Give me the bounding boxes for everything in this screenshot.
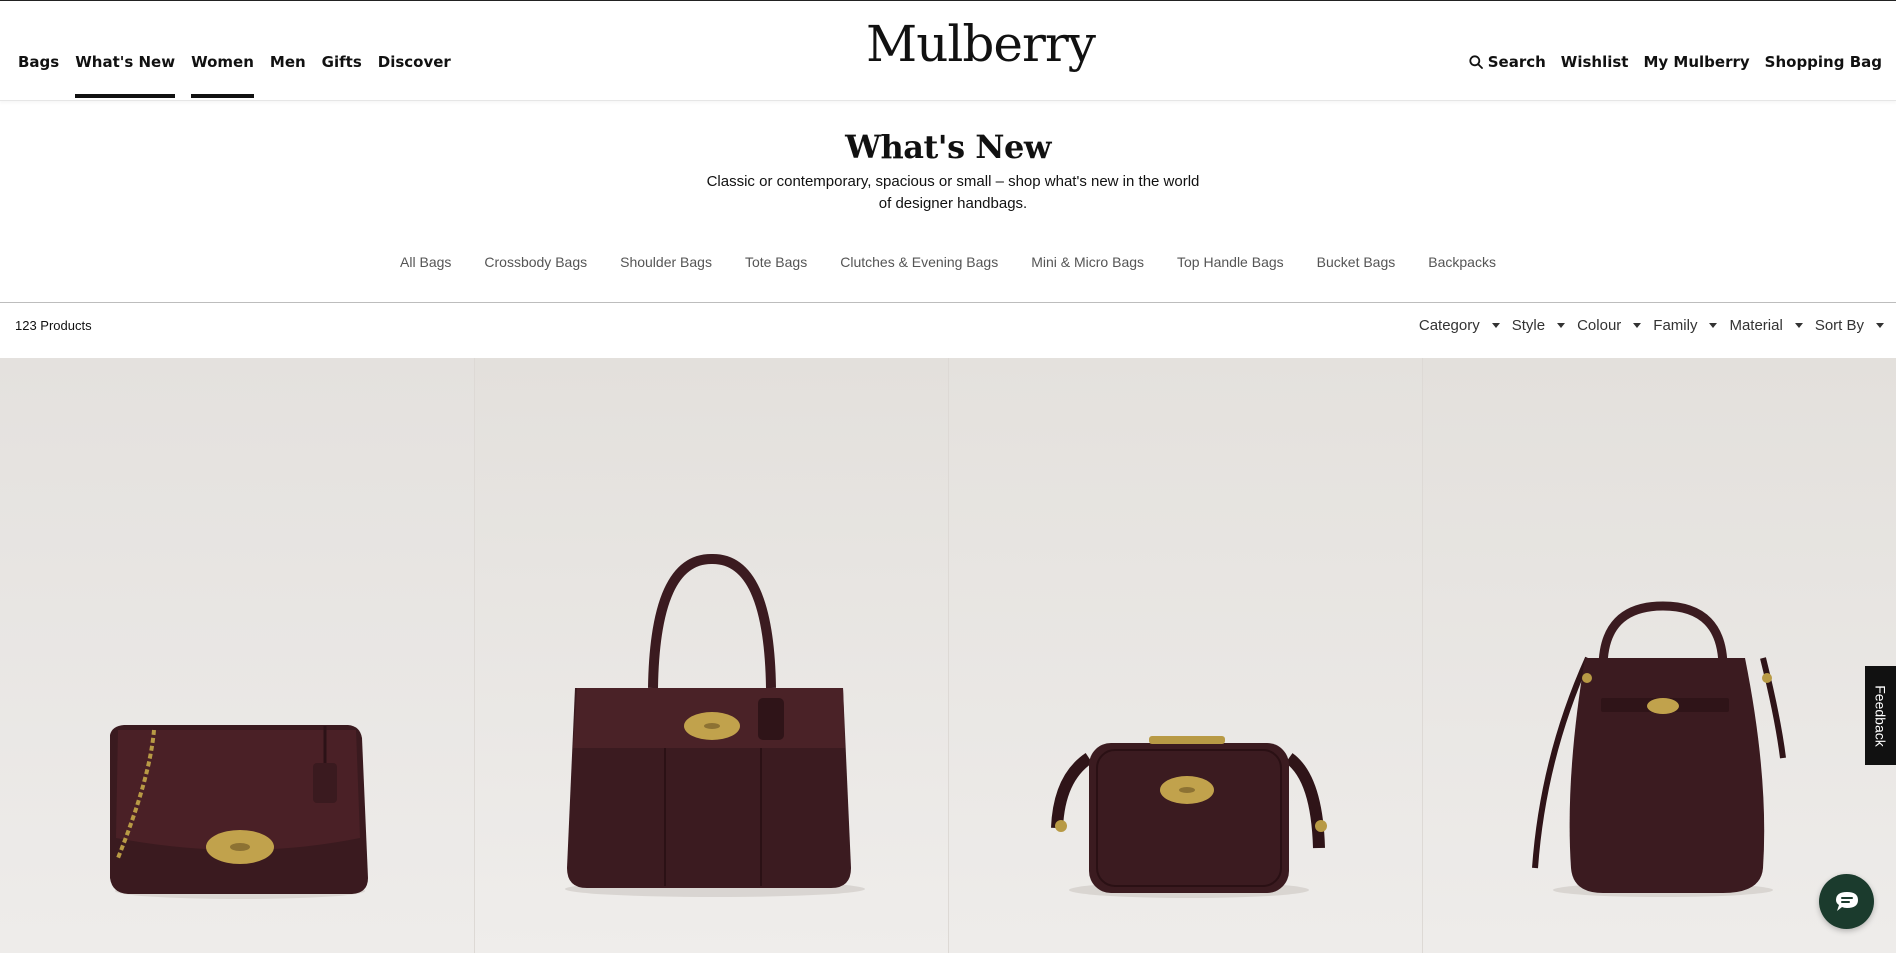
nav-bags[interactable]: Bags [18,53,59,71]
chat-button[interactable] [1819,874,1874,929]
logo[interactable]: Mulberry [866,19,1096,69]
product-card[interactable] [0,358,474,953]
category-backpacks[interactable]: Backpacks [1428,254,1496,270]
caret-down-icon [1794,323,1803,328]
category-bucket-bags[interactable]: Bucket Bags [1317,254,1396,270]
filter-style[interactable]: Style [1511,317,1566,334]
category-clutches-evening-bags[interactable]: Clutches & Evening Bags [840,254,998,270]
page-title: What's New [845,128,1051,166]
site-header: Bags What's New Women Men Gifts Discover… [0,1,1896,101]
nav-women[interactable]: Women [191,53,254,98]
category-top-handle-bags[interactable]: Top Handle Bags [1177,254,1284,270]
nav-gifts[interactable]: Gifts [322,53,362,71]
page-description: Classic or contemporary, spacious or sma… [706,173,1200,212]
search-link[interactable]: Search [1469,53,1546,71]
product-card[interactable] [1422,358,1896,953]
nav-whats-new[interactable]: What's New [75,53,175,98]
nav-discover[interactable]: Discover [378,53,451,71]
filter-label: Category [1418,317,1480,334]
caret-down-icon [1491,323,1500,328]
product-count: 123 Products [15,318,92,333]
caret-down-icon [1876,323,1884,328]
category-shoulder-bags[interactable]: Shoulder Bags [620,254,712,270]
product-grid [0,358,1896,953]
filter-material[interactable]: Material [1729,317,1803,334]
category-crossbody-bags[interactable]: Crossbody Bags [484,254,587,270]
product-image-bucket-bag [1423,358,1896,953]
filter-category[interactable]: Category [1419,317,1500,334]
caret-down-icon [1633,323,1642,328]
filter-colour[interactable]: Colour [1577,317,1642,334]
divider [0,302,1896,303]
feedback-label: Feedback [1872,684,1889,747]
category-links: All Bags Crossbody Bags Shoulder Bags To… [0,254,1896,270]
product-card[interactable] [948,358,1422,953]
sort-by[interactable]: Sort By [1815,317,1884,334]
filter-label: Colour [1577,317,1622,334]
category-mini-micro-bags[interactable]: Mini & Micro Bags [1031,254,1144,270]
category-tote-bags[interactable]: Tote Bags [745,254,807,270]
product-image-bayswater-tote [475,358,948,953]
product-image-camera-crossbody [949,358,1422,953]
utility-nav: Search Wishlist My Mulberry Shopping Bag [1454,53,1882,71]
account-link[interactable]: My Mulberry [1643,53,1749,71]
search-icon [1469,55,1483,69]
chat-icon [1835,891,1858,911]
wishlist-link[interactable]: Wishlist [1561,53,1629,71]
filter-label: Material [1729,317,1783,334]
shopping-bag-link[interactable]: Shopping Bag [1765,53,1882,71]
product-image-chain-shoulder-bag [0,358,474,953]
filter-label: Style [1511,317,1546,334]
product-card[interactable] [474,358,948,953]
filter-bar: Category Style Colour Family Material So… [1407,317,1884,334]
caret-down-icon [1557,323,1566,328]
primary-nav: Bags What's New Women Men Gifts Discover [18,53,467,98]
nav-men[interactable]: Men [270,53,306,71]
sort-label: Sort By [1814,317,1864,334]
search-label: Search [1487,53,1546,71]
caret-down-icon [1709,323,1718,328]
filter-label: Family [1653,317,1698,334]
category-all-bags[interactable]: All Bags [400,254,451,270]
filter-family[interactable]: Family [1653,317,1718,334]
feedback-tab[interactable]: Feedback [1865,666,1896,765]
